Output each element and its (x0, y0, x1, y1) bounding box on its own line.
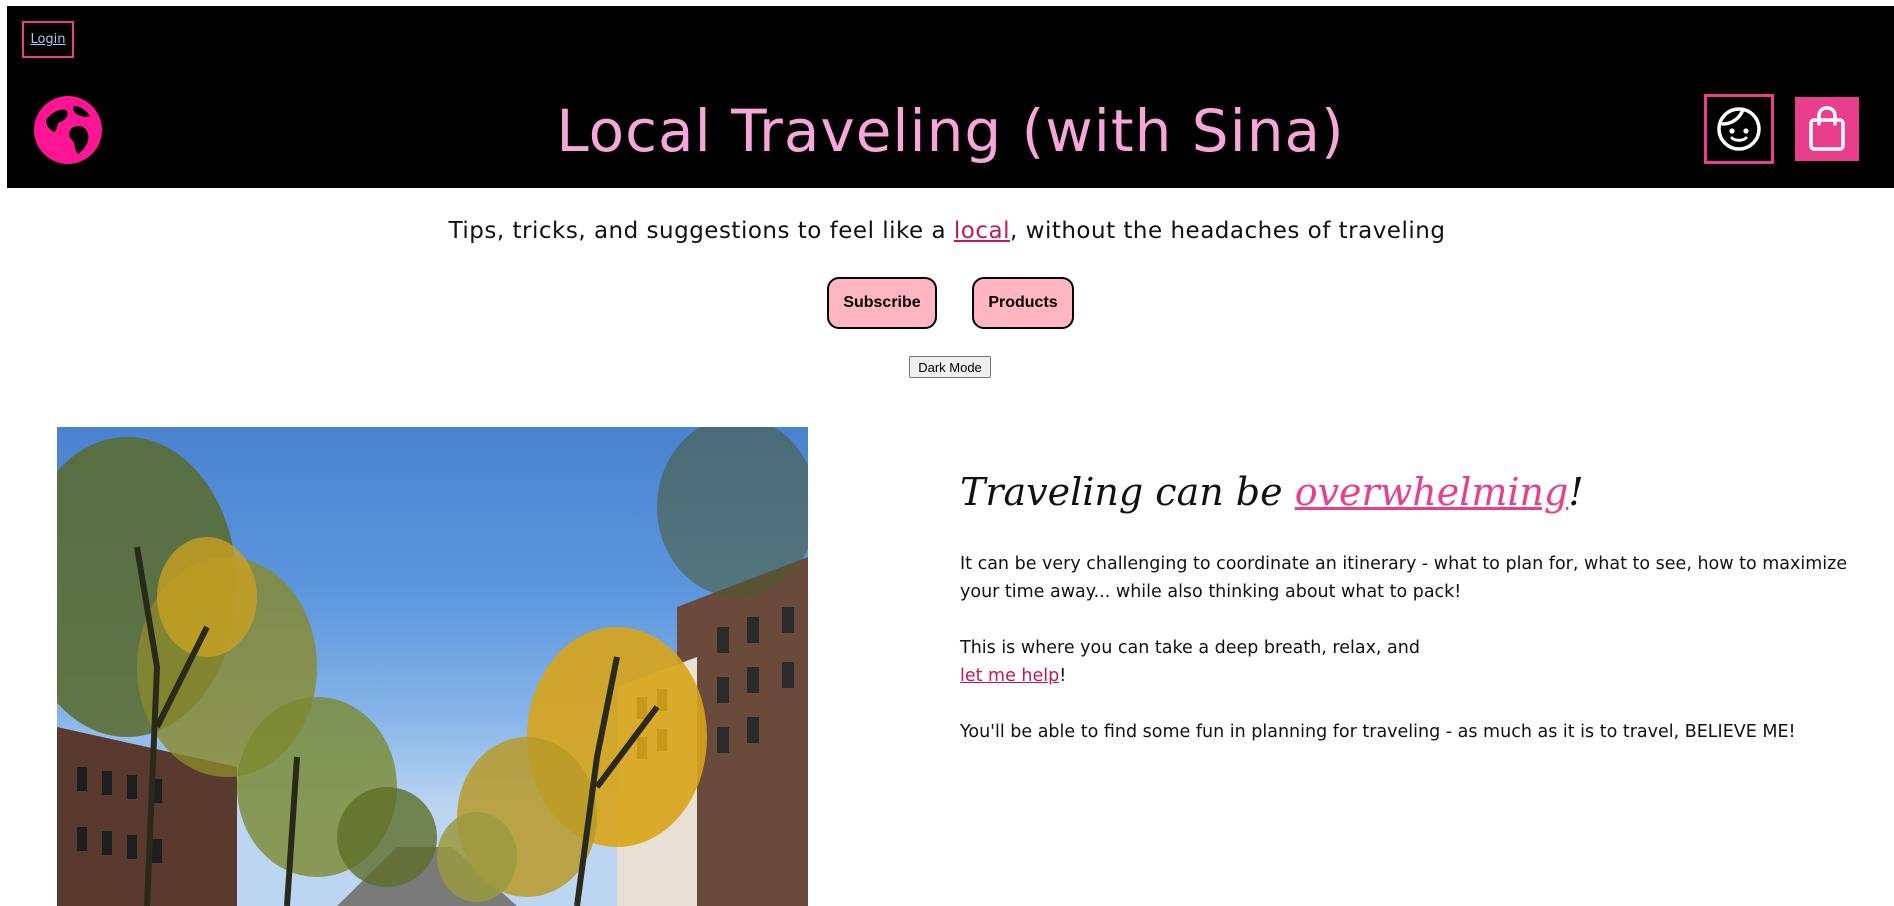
products-button[interactable]: Products (972, 277, 1074, 329)
heading-text: Traveling can be (960, 470, 1295, 514)
cart-button[interactable] (1795, 97, 1859, 161)
face-icon (1717, 107, 1761, 151)
dark-mode-button[interactable]: Dark Mode (909, 356, 991, 378)
login-link[interactable]: Login (22, 21, 74, 58)
intro-content: It can be very challenging to coordinate… (960, 550, 1860, 774)
tagline: Tips, tricks, and suggestions to feel li… (0, 218, 1894, 244)
intro-paragraph-1: It can be very challenging to coordinate… (960, 554, 1848, 602)
let-me-help-link[interactable]: let me help (960, 666, 1059, 686)
intro-paragraph-2: This is where you can take a deep breath… (960, 634, 1860, 690)
street-photo (57, 427, 808, 906)
site-header: Login Local Traveling (with Sina) (7, 6, 1894, 188)
paragraph-2-text: This is where you can take a deep breath… (960, 638, 1420, 658)
main-heading: Traveling can be overwhelming! (960, 470, 1584, 514)
paragraph-2-end: ! (1059, 666, 1067, 686)
site-title: Local Traveling (with Sina) (556, 97, 1345, 165)
overwhelming-link[interactable]: overwhelming (1295, 470, 1569, 514)
intro-paragraph-3: You'll be able to find some fun in plann… (960, 722, 1796, 742)
profile-button[interactable] (1704, 94, 1774, 164)
heading-exclamation: ! (1568, 470, 1584, 514)
tagline-text-end: , without the headaches of traveling (1010, 218, 1446, 244)
tagline-text: Tips, tricks, and suggestions to feel li… (448, 218, 954, 244)
subscribe-button[interactable]: Subscribe (827, 277, 937, 329)
shopping-bag-icon (1809, 106, 1845, 151)
local-link[interactable]: local (954, 218, 1010, 244)
